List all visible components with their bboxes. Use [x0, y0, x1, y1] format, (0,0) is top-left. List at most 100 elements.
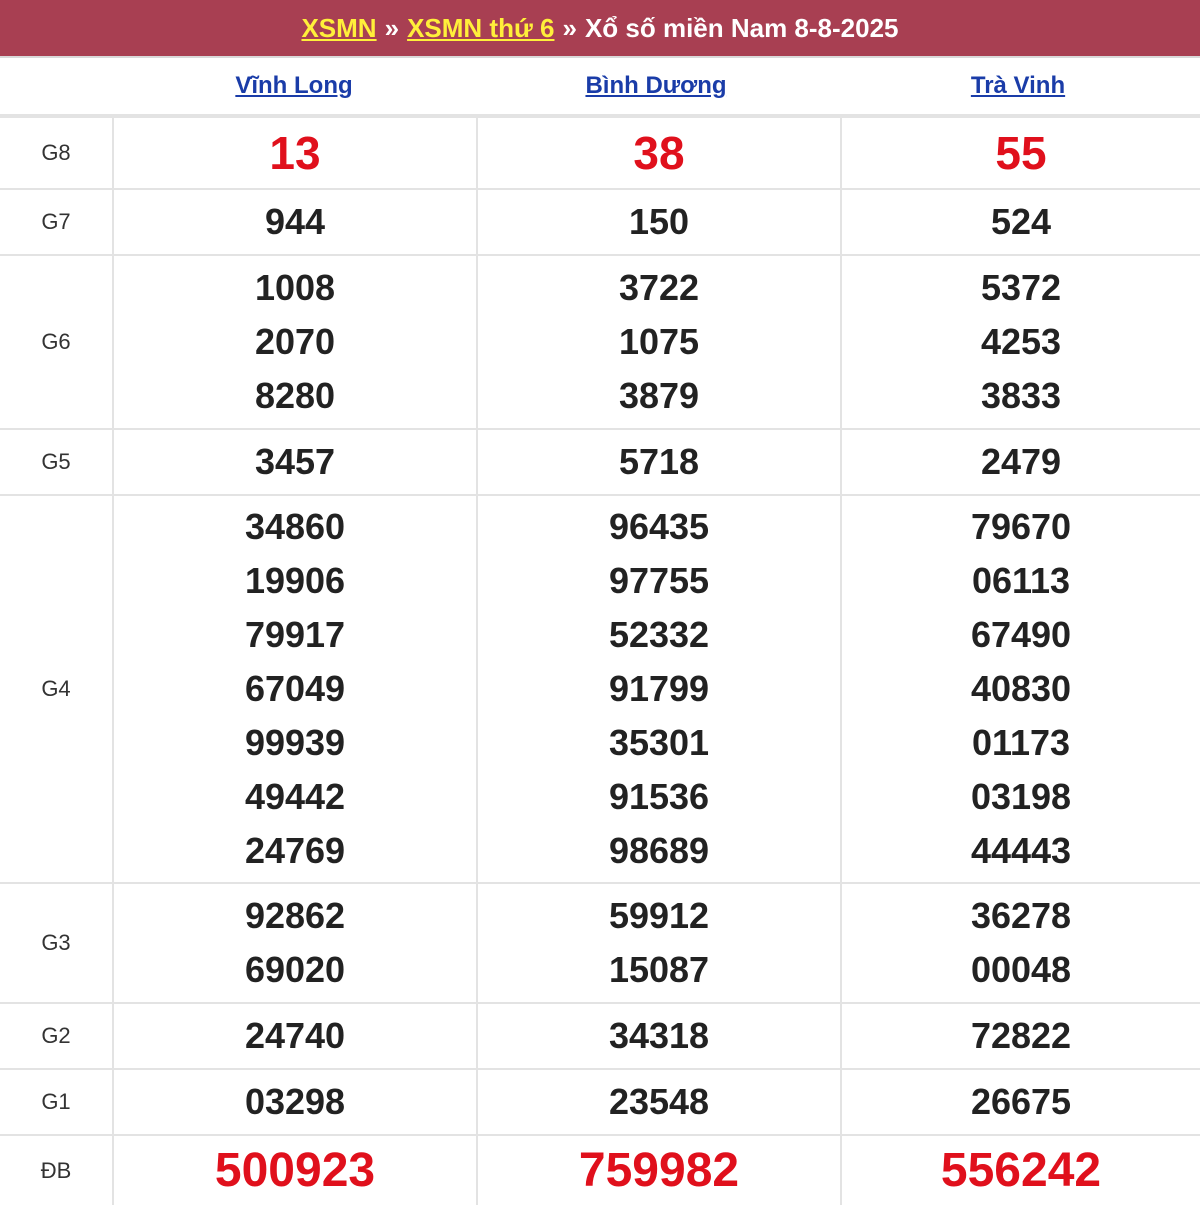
prize-number: 79670 — [970, 506, 1072, 547]
prize-number: 69020 — [244, 949, 346, 990]
prize-cell: 79670 06113 67490 40830 01173 03198 44443 — [840, 494, 1200, 883]
prize-number: 4253 — [980, 321, 1062, 362]
prize-cell: 3722 1075 3879 — [476, 254, 841, 429]
prize-number: 03298 — [244, 1081, 346, 1122]
page-header: XSMN » XSMN thứ 6 » Xổ số miền Nam 8-8-2… — [0, 0, 1200, 58]
prize-number: 5372 — [980, 267, 1062, 308]
prize-number: 19906 — [244, 560, 346, 601]
prize-label: G8 — [0, 116, 113, 189]
prize-cell: 150 — [476, 188, 841, 255]
province-link-binh-duong[interactable]: Bình Dương — [475, 72, 837, 100]
xsmn-link[interactable]: XSMN — [301, 13, 376, 44]
prize-number: 44443 — [970, 830, 1072, 871]
prize-number: 98689 — [608, 830, 710, 871]
prize-number: 500923 — [214, 1143, 376, 1197]
prize-cell: 96435 97755 52332 91799 35301 91536 98689 — [476, 494, 841, 883]
prize-number: 3879 — [618, 375, 700, 416]
prize-number: 34860 — [244, 506, 346, 547]
prize-label: G3 — [0, 882, 113, 1003]
prize-label: G2 — [0, 1002, 113, 1069]
prize-number: 3833 — [980, 375, 1062, 416]
prize-row-g3: G3 92862 69020 59912 15087 36278 00048 — [0, 882, 1200, 1003]
prize-cell: 1008 2070 8280 — [112, 254, 477, 429]
prize-number: 38 — [633, 127, 685, 179]
prize-number: 72822 — [970, 1015, 1072, 1056]
prize-row-g1: G1 03298 23548 26675 — [0, 1068, 1200, 1135]
prize-row-g6: G6 1008 2070 8280 3722 1075 3879 5372 4253 3833 — [0, 254, 1200, 429]
results-table: G8 13 38 55 G7 944 150 524 G6 1008 2070 8280 3722 107… — [0, 116, 1200, 1205]
prize-cell: 55 — [840, 116, 1200, 189]
prize-number: 91536 — [608, 776, 710, 817]
prize-cell: 36278 00048 — [840, 882, 1200, 1003]
prize-label: G5 — [0, 428, 113, 495]
prize-cell: 26675 — [840, 1068, 1200, 1135]
prize-number: 8280 — [254, 375, 336, 416]
prize-cell: 34860 19906 79917 67049 99939 49442 24769 — [112, 494, 477, 883]
prize-cell: 500923 — [112, 1134, 477, 1205]
prize-number: 01173 — [971, 722, 1071, 763]
prize-number: 00048 — [970, 949, 1072, 990]
prize-cell: 03298 — [112, 1068, 477, 1135]
prize-number: 34318 — [608, 1015, 710, 1056]
prize-row-đb: ĐB 500923 759982 556242 — [0, 1134, 1200, 1205]
prize-number: 24740 — [244, 1015, 346, 1056]
prize-number: 79917 — [244, 614, 346, 655]
prize-number: 52332 — [608, 614, 710, 655]
prize-number: 1075 — [618, 321, 700, 362]
province-link-vinh-long[interactable]: Vĩnh Long — [113, 72, 475, 100]
prize-number: 2479 — [980, 441, 1062, 482]
prize-cell: 759982 — [476, 1134, 841, 1205]
prize-number: 5718 — [618, 441, 700, 482]
prize-cell: 3457 — [112, 428, 477, 495]
prize-number: 3722 — [618, 267, 700, 308]
prize-row-g8: G8 13 38 55 — [0, 116, 1200, 189]
prize-number: 99939 — [244, 722, 346, 763]
prize-number: 23548 — [608, 1081, 710, 1122]
prize-cell: 524 — [840, 188, 1200, 255]
prize-number: 524 — [990, 201, 1052, 242]
prize-cell: 34318 — [476, 1002, 841, 1069]
prize-number: 67490 — [970, 614, 1072, 655]
prize-row-g5: G5 3457 5718 2479 — [0, 428, 1200, 495]
prize-cell: 59912 15087 — [476, 882, 841, 1003]
prize-cell: 556242 — [840, 1134, 1200, 1205]
prize-number: 92862 — [244, 895, 346, 936]
xsmn-friday-link[interactable]: XSMN thứ 6 — [407, 13, 554, 44]
prize-label: ĐB — [0, 1134, 113, 1205]
prize-number: 759982 — [578, 1143, 740, 1197]
prize-cell: 944 — [112, 188, 477, 255]
prize-number: 55 — [995, 127, 1047, 179]
prize-number: 26675 — [970, 1081, 1072, 1122]
prize-number: 2070 — [254, 321, 336, 362]
prize-number: 36278 — [970, 895, 1072, 936]
prize-number: 40830 — [970, 668, 1072, 709]
prize-number: 944 — [264, 201, 326, 242]
prize-number: 3457 — [254, 441, 336, 482]
prize-number: 06113 — [971, 560, 1071, 601]
prize-label: G7 — [0, 188, 113, 255]
province-link-tra-vinh[interactable]: Trà Vinh — [837, 72, 1199, 100]
prize-number: 03198 — [970, 776, 1072, 817]
prize-cell: 5372 4253 3833 — [840, 254, 1200, 429]
prize-number: 13 — [269, 127, 321, 179]
breadcrumb-separator: » — [384, 12, 400, 43]
prize-label: G4 — [0, 494, 113, 883]
prize-number: 97755 — [608, 560, 710, 601]
breadcrumb-separator: » — [562, 12, 577, 43]
prize-label: G1 — [0, 1068, 113, 1135]
prize-number: 49442 — [244, 776, 346, 817]
prize-number: 15087 — [608, 949, 710, 990]
prize-cell: 13 — [112, 116, 477, 189]
prize-cell: 38 — [476, 116, 841, 189]
prize-cell: 23548 — [476, 1068, 841, 1135]
prize-number: 59912 — [608, 895, 710, 936]
prize-number: 150 — [628, 201, 690, 242]
prize-cell: 5718 — [476, 428, 841, 495]
province-header-row: Vĩnh Long Bình Dương Trà Vinh — [0, 58, 1200, 116]
prize-number: 1008 — [254, 267, 336, 308]
prize-number: 67049 — [244, 668, 346, 709]
prize-number: 556242 — [940, 1143, 1102, 1197]
prize-number: 35301 — [608, 722, 710, 763]
prize-number: 96435 — [608, 506, 710, 547]
prize-row-g4: G4 34860 19906 79917 67049 99939 49442 24769 964… — [0, 494, 1200, 883]
